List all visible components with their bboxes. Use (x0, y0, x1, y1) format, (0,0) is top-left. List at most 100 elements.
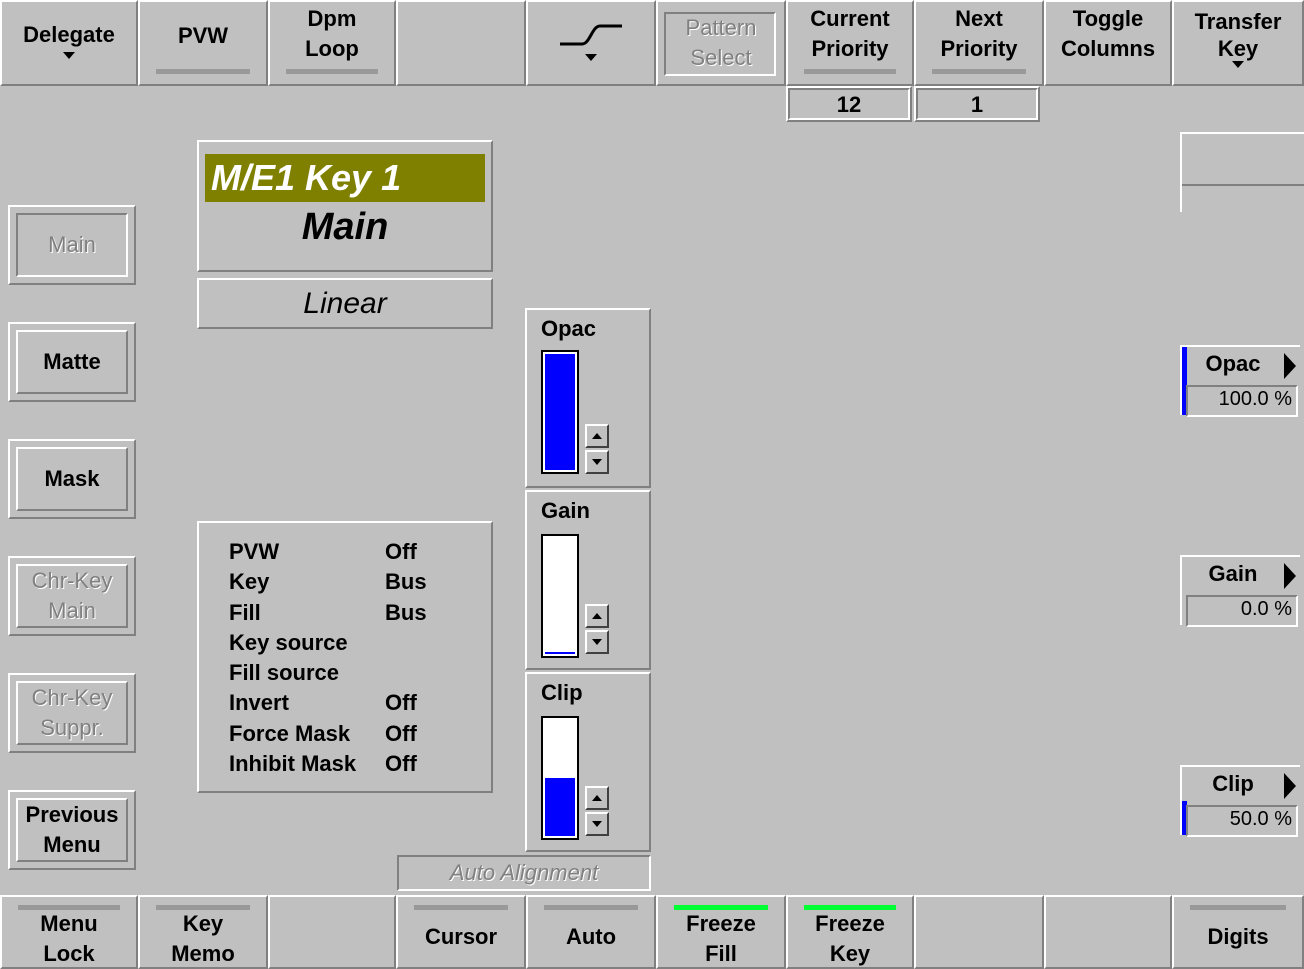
clip-increment-button[interactable] (585, 786, 609, 810)
gain-slider-track[interactable] (541, 534, 579, 658)
play-right-icon (1284, 773, 1296, 799)
freeze-key-button[interactable]: Freeze Key (786, 895, 914, 969)
opac-slider-fill (545, 354, 575, 470)
arrow-down-icon (592, 821, 602, 827)
previous-menu-button[interactable]: Previous Menu (8, 790, 136, 870)
next-priority-readout: 1 (914, 86, 1040, 122)
next-priority-button[interactable]: Next Priority (914, 0, 1044, 86)
toggle-columns-label-1: Toggle (1072, 6, 1144, 31)
current-priority-button[interactable]: Current Priority (786, 0, 914, 86)
key-memo-tally-bar (156, 905, 250, 910)
opac-param-value: 100.0 % (1186, 385, 1298, 417)
gain-slider-panel: Gain (525, 490, 651, 670)
digits-label: Digits (1207, 924, 1269, 949)
next-priority-label-2: Priority (940, 36, 1018, 61)
transfer-key-label-1: Transfer (1194, 8, 1282, 34)
chr-key-main-label-1: Chr-Key (31, 568, 113, 593)
blank-bottom-button-3[interactable] (1044, 895, 1172, 969)
dpm-loop-label-2: Loop (305, 36, 359, 61)
delegate-button[interactable]: Delegate (0, 0, 138, 86)
freeze-fill-label-2: Fill (705, 941, 737, 966)
dpm-loop-button[interactable]: Dpm Loop (268, 0, 396, 86)
clip-decrement-button[interactable] (585, 812, 609, 836)
chr-key-suppr-label-2: Suppr. (40, 715, 104, 740)
matte-menu-label: Matte (43, 349, 101, 374)
chr-key-suppr-button[interactable]: Chr-Key Suppr. (8, 673, 136, 753)
freeze-key-label-1: Freeze (815, 911, 885, 936)
clip-param-label: Clip (1212, 771, 1254, 796)
clip-slider-label: Clip (541, 680, 583, 705)
opac-param-readout[interactable]: Opac 100.0 % (1180, 345, 1300, 417)
gain-slider-fill (545, 652, 575, 654)
menu-lock-tally-bar (18, 905, 120, 910)
pattern-select-frame (664, 12, 776, 76)
opac-decrement-button[interactable] (585, 450, 609, 474)
chevron-down-icon (1232, 60, 1244, 68)
opac-slider-track[interactable] (541, 350, 579, 474)
blank-bottom-button-1[interactable] (268, 895, 396, 969)
play-right-icon (1284, 563, 1296, 589)
transition-curve-button[interactable] (526, 0, 656, 86)
gain-decrement-button[interactable] (585, 630, 609, 654)
cursor-label: Cursor (424, 924, 498, 949)
blank-toolbar-button[interactable] (396, 0, 526, 86)
next-priority-value: 1 (916, 88, 1038, 120)
freeze-fill-button[interactable]: Freeze Fill (656, 895, 786, 969)
arrow-down-icon (592, 639, 602, 645)
opac-slider-label: Opac (541, 316, 597, 341)
clip-param-readout[interactable]: Clip 50.0 % (1180, 765, 1300, 837)
current-priority-label-1: Current (810, 6, 890, 31)
key-memo-button[interactable]: Key Memo (138, 895, 268, 969)
key-title-name: M/E1 Key 1 (205, 154, 485, 202)
chevron-down-icon (63, 51, 75, 59)
mask-menu-label: Mask (44, 466, 100, 491)
chr-key-main-button[interactable]: Chr-Key Main (8, 556, 136, 636)
pvw-button[interactable]: PVW (138, 0, 268, 86)
auto-button[interactable]: Auto (526, 895, 656, 969)
cursor-button[interactable]: Cursor (396, 895, 526, 969)
current-priority-value: 12 (788, 88, 910, 120)
status-row-force-mask: Force Mask Off (229, 720, 417, 746)
auto-alignment-field: Auto Alignment (397, 855, 651, 891)
toggle-columns-button[interactable]: Toggle Columns (1044, 0, 1172, 86)
arrow-up-icon (592, 613, 602, 619)
digits-button[interactable]: Digits (1172, 895, 1304, 969)
gain-increment-button[interactable] (585, 604, 609, 628)
key-memo-label-1: Key (182, 911, 224, 936)
key-type-display: Linear (197, 278, 493, 329)
gain-param-readout[interactable]: Gain 0.0 % (1180, 555, 1300, 627)
blank-bottom-button-2[interactable] (914, 895, 1044, 969)
matte-menu-button[interactable]: Matte (8, 322, 136, 402)
freeze-fill-label-1: Freeze (686, 911, 756, 936)
key-memo-label-2: Memo (171, 941, 235, 966)
arrow-down-icon (592, 459, 602, 465)
next-priority-tally-bar (932, 69, 1026, 74)
status-row-key: Key Bus (229, 569, 427, 595)
mask-menu-button[interactable]: Mask (8, 439, 136, 519)
status-row-inhibit-mask: Inhibit Mask Off (229, 751, 417, 777)
previous-menu-label-1: Previous (25, 802, 119, 827)
pvw-tally-bar (156, 69, 250, 74)
transfer-key-button[interactable]: Transfer Key (1172, 0, 1304, 86)
opac-slider-panel: Opac (525, 308, 651, 488)
pattern-select-button[interactable]: Pattern Select (656, 0, 786, 86)
chevron-down-icon (585, 53, 597, 61)
pvw-label: PVW (177, 23, 229, 48)
cursor-tally-bar (414, 905, 508, 910)
previous-menu-label-2: Menu (43, 832, 101, 857)
key-title-mode: Main (301, 206, 389, 248)
opac-param-label: Opac (1205, 351, 1261, 376)
menu-lock-button[interactable]: Menu Lock (0, 895, 138, 969)
clip-slider-track[interactable] (541, 716, 579, 840)
param-blank-divider (1182, 184, 1304, 186)
auto-tally-bar (544, 905, 638, 910)
current-priority-tally-bar (804, 69, 896, 74)
status-row-fill: Fill Bus (229, 599, 427, 625)
opac-increment-button[interactable] (585, 424, 609, 448)
key-title-panel: M/E1 Key 1 Main (197, 140, 493, 272)
gain-slider-label: Gain (541, 498, 590, 523)
dpm-loop-label-1: Dpm (307, 6, 357, 31)
chr-key-suppr-label-1: Chr-Key (31, 685, 113, 710)
main-menu-button[interactable]: Main (8, 205, 136, 285)
freeze-key-label-2: Key (829, 941, 871, 966)
